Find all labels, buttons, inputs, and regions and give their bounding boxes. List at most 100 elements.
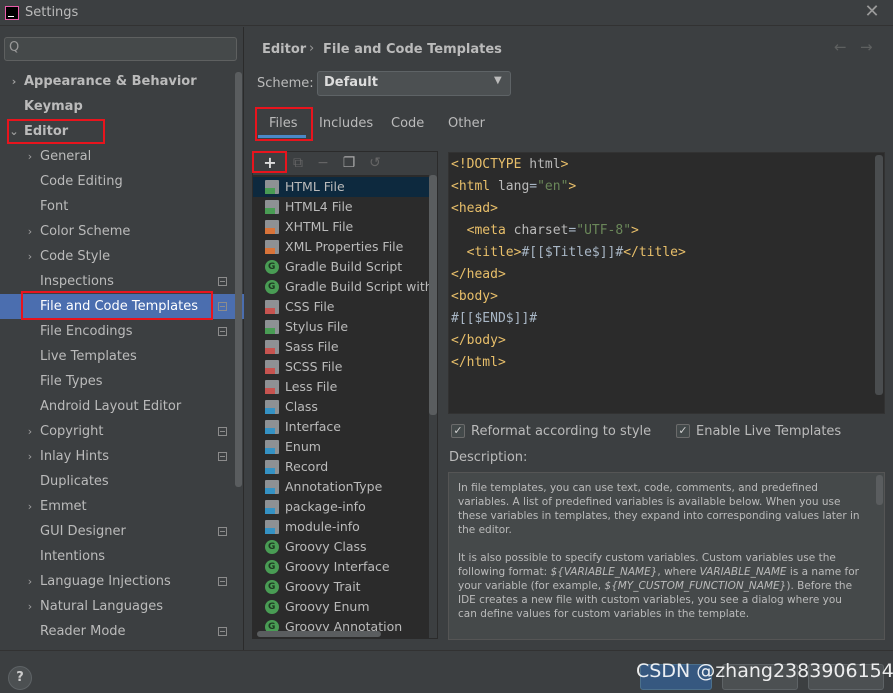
sidebar-item-label: Intentions — [40, 549, 106, 564]
template-list-item[interactable]: module-info — [253, 517, 429, 537]
template-list-item[interactable]: Gradle Build Script — [253, 257, 429, 277]
project-scope-icon — [218, 527, 227, 536]
template-list-vertical-scrollbar[interactable] — [429, 175, 437, 415]
sidebar-item-file-encodings[interactable]: File Encodings — [0, 319, 244, 344]
enable-live-templates-checkbox[interactable]: ✓ — [676, 424, 690, 438]
file-type-icon — [265, 220, 279, 234]
add-template-button[interactable]: + — [260, 152, 280, 174]
sidebar-item-live-templates[interactable]: Live Templates — [0, 344, 244, 369]
sidebar-item-reader-mode[interactable]: Reader Mode — [0, 619, 244, 644]
chevron-right-icon[interactable]: › — [24, 444, 36, 469]
template-list-item[interactable]: Sass File — [253, 337, 429, 357]
file-type-icon — [265, 440, 279, 454]
help-button[interactable]: ? — [8, 666, 32, 690]
template-list-item[interactable]: Groovy Class — [253, 537, 429, 557]
file-type-icon — [265, 240, 279, 254]
template-code-editor[interactable]: <!DOCTYPE html> <html lang="en"> <head> <m… — [448, 152, 885, 414]
sidebar-item-code-editing[interactable]: Code Editing — [0, 169, 244, 194]
chevron-right-icon[interactable]: › — [24, 419, 36, 444]
template-list-item[interactable]: Stylus File — [253, 317, 429, 337]
code-token: html — [529, 157, 561, 172]
template-list-item[interactable]: Groovy Interface — [253, 557, 429, 577]
template-list-item[interactable]: HTML File — [253, 177, 429, 197]
sidebar-item-gui-designer[interactable]: GUI Designer — [0, 519, 244, 544]
sidebar-item-inspections[interactable]: Inspections — [0, 269, 244, 294]
file-type-icon — [265, 460, 279, 474]
sidebar-item-editor[interactable]: ⌄ Editor — [0, 119, 244, 144]
description-panel: In file templates, you can use text, cod… — [448, 472, 885, 640]
sidebar-item-font[interactable]: Font — [0, 194, 244, 219]
sidebar-item-language-injections[interactable]: › Language Injections — [0, 569, 244, 594]
sidebar-item-general[interactable]: › General — [0, 144, 244, 169]
copy-template-icon[interactable]: ⧉ — [288, 152, 308, 174]
sidebar-item-code-style[interactable]: › Code Style — [0, 244, 244, 269]
chevron-right-icon[interactable]: › — [8, 69, 20, 94]
chevron-right-icon[interactable]: › — [24, 569, 36, 594]
template-list-item[interactable]: Record — [253, 457, 429, 477]
forward-arrow-icon[interactable]: → — [860, 38, 873, 56]
sidebar-item-android-layout-editor[interactable]: Android Layout Editor — [0, 394, 244, 419]
breadcrumb-parent[interactable]: Editor — [262, 42, 306, 57]
template-list-item[interactable]: SCSS File — [253, 357, 429, 377]
tab-includes[interactable]: Includes — [319, 116, 373, 131]
sidebar-scrollbar[interactable] — [235, 72, 242, 487]
sidebar-item-label: Inspections — [40, 274, 114, 289]
remove-template-button[interactable]: − — [313, 152, 333, 174]
reformat-checkbox[interactable]: ✓ — [451, 424, 465, 438]
sidebar-item-file-types[interactable]: File Types — [0, 369, 244, 394]
reset-template-icon[interactable]: ↺ — [365, 152, 385, 174]
template-list-item[interactable]: HTML4 File — [253, 197, 429, 217]
watermark-text: CSDN @zhang2383906154 — [636, 660, 893, 682]
chevron-right-icon[interactable]: › — [24, 594, 36, 619]
sidebar-item-duplicates[interactable]: Duplicates — [0, 469, 244, 494]
tab-code[interactable]: Code — [391, 116, 424, 131]
sidebar-item-color-scheme[interactable]: › Color Scheme — [0, 219, 244, 244]
project-scope-icon — [218, 277, 227, 286]
chevron-right-icon[interactable]: › — [24, 494, 36, 519]
template-list-item[interactable]: CSS File — [253, 297, 429, 317]
template-list-item[interactable]: Interface — [253, 417, 429, 437]
gradle-groovy-icon — [265, 557, 279, 577]
sidebar-item-keymap[interactable]: Keymap — [0, 94, 244, 119]
chevron-right-icon[interactable]: › — [24, 244, 36, 269]
description-scrollbar[interactable] — [876, 475, 883, 505]
template-list-horizontal-scrollbar[interactable] — [257, 631, 381, 637]
code-editor-scrollbar[interactable] — [875, 155, 883, 395]
template-name: Class — [285, 399, 318, 414]
template-name: Groovy Trait — [285, 579, 361, 594]
template-list-item[interactable]: Groovy Trait — [253, 577, 429, 597]
sidebar-item-label: Duplicates — [40, 474, 109, 489]
sidebar-item-copyright[interactable]: › Copyright — [0, 419, 244, 444]
template-list-item[interactable]: XML Properties File — [253, 237, 429, 257]
close-icon[interactable]: ✕ — [862, 1, 882, 23]
tab-files[interactable]: Files — [269, 116, 298, 131]
template-list-item[interactable]: Gradle Build Script with wr — [253, 277, 429, 297]
code-token: <meta — [451, 223, 514, 238]
template-list-item[interactable]: Enum — [253, 437, 429, 457]
sidebar-item-natural-languages[interactable]: › Natural Languages — [0, 594, 244, 619]
template-list-item[interactable]: package-info — [253, 497, 429, 517]
template-list-item[interactable]: XHTML File — [253, 217, 429, 237]
chevron-right-icon[interactable]: › — [24, 219, 36, 244]
tab-other[interactable]: Other — [448, 116, 485, 131]
file-type-icon — [265, 320, 279, 334]
back-arrow-icon[interactable]: ← — [834, 38, 847, 56]
chevron-right-icon[interactable]: › — [24, 144, 36, 169]
enable-live-templates-label: Enable Live Templates — [696, 424, 842, 439]
template-list-item[interactable]: Groovy Enum — [253, 597, 429, 617]
description-label: Description: — [449, 450, 528, 465]
sidebar-item-inlay-hints[interactable]: › Inlay Hints — [0, 444, 244, 469]
scheme-dropdown[interactable]: Default ▼ — [317, 71, 511, 96]
template-name: SCSS File — [285, 359, 343, 374]
sidebar-item-emmet[interactable]: › Emmet — [0, 494, 244, 519]
duplicate-template-button[interactable]: ❐ — [339, 152, 359, 174]
template-list-item[interactable]: AnnotationType — [253, 477, 429, 497]
settings-search-input[interactable]: Q — [4, 37, 237, 61]
sidebar-item-file-and-code-templates[interactable]: File and Code Templates — [0, 294, 244, 319]
chevron-down-icon[interactable]: ⌄ — [8, 119, 20, 144]
sidebar-item-intentions[interactable]: Intentions — [0, 544, 244, 569]
sidebar-item-appearance-behavior[interactable]: › Appearance & Behavior — [0, 69, 244, 94]
template-list-item[interactable]: Class — [253, 397, 429, 417]
template-name: Gradle Build Script with wr — [285, 279, 429, 294]
template-list-item[interactable]: Less File — [253, 377, 429, 397]
